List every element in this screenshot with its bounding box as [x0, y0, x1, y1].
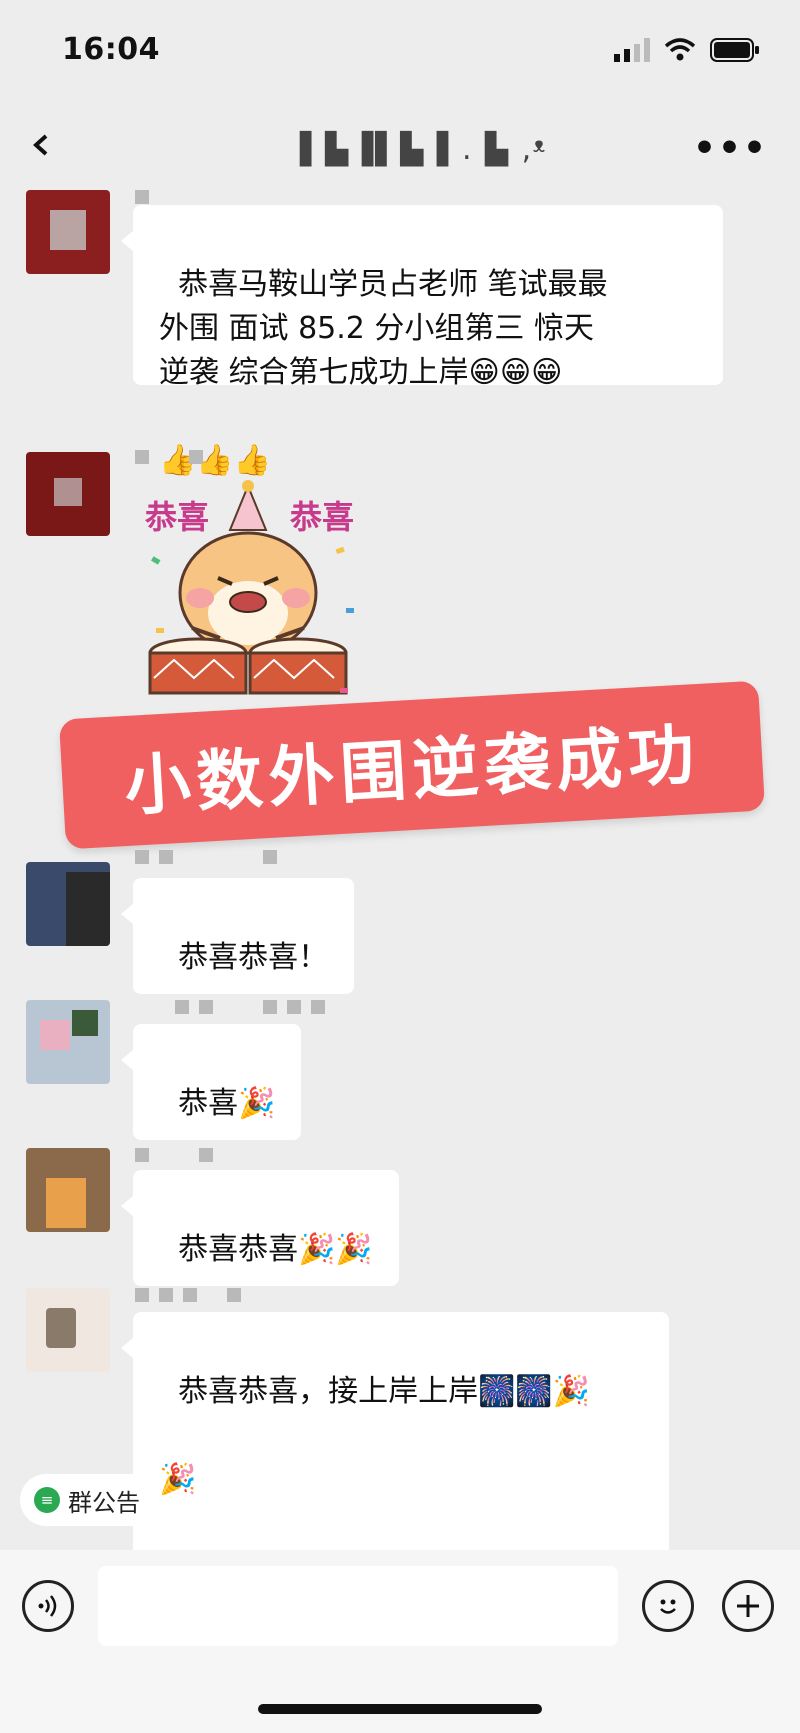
- message-text: 恭喜恭喜！: [178, 940, 329, 975]
- notice-icon: ≡: [34, 1487, 60, 1513]
- message-emoji-line2: 👍👍👍: [159, 443, 272, 478]
- voice-button[interactable]: [22, 1580, 74, 1632]
- sender-name: [135, 450, 203, 468]
- emoji-button[interactable]: [642, 1580, 694, 1632]
- message-text: 恭喜恭喜，接上岸上岸: [178, 1374, 479, 1409]
- avatar[interactable]: [26, 1288, 110, 1372]
- signal-icon: [614, 38, 650, 62]
- group-notice-label: 群公告: [68, 1488, 140, 1517]
- message-emoji: 🎉🎉: [298, 1232, 373, 1267]
- sender-name: [135, 1288, 241, 1306]
- back-arrow-icon: [33, 134, 48, 156]
- avatar[interactable]: [26, 1148, 110, 1232]
- chat-header: ▌▙▐▌▙ ▌. ▙ ,ᵜ •••: [0, 110, 800, 190]
- hamster-drum-sticker-icon: [148, 480, 354, 695]
- status-icons: [614, 38, 760, 62]
- sticker-image[interactable]: 恭喜 恭喜: [140, 478, 380, 718]
- message-emoji-line2: 🎉: [159, 1462, 197, 1497]
- message-emoji: 🎆🎆🎉: [478, 1374, 591, 1409]
- emoji-icon: [660, 1599, 676, 1614]
- message-bubble[interactable]: 恭喜恭喜🎉🎉: [121, 1170, 399, 1286]
- wifi-icon: [664, 38, 696, 61]
- message-input[interactable]: [98, 1566, 618, 1646]
- sender-name: [135, 1148, 213, 1166]
- plus-button[interactable]: [722, 1580, 774, 1632]
- avatar[interactable]: [26, 452, 110, 536]
- message-text: 恭喜: [178, 1086, 239, 1121]
- more-options-button[interactable]: •••: [693, 128, 768, 169]
- back-button[interactable]: [30, 130, 54, 165]
- status-bar: 16:04: [0, 0, 800, 110]
- message-bubble[interactable]: 恭喜马鞍山学员占老师 笔试最最 外围 面试 85.2 分小组第三 惊天 逆袭 综…: [121, 205, 723, 478]
- voice-icon: [38, 1595, 57, 1617]
- message-bubble[interactable]: 恭喜恭喜，接上岸上岸🎆🎆🎉 🎉: [121, 1312, 669, 1560]
- home-indicator: [258, 1704, 542, 1714]
- sender-name: [135, 850, 277, 868]
- message-text: 恭喜恭喜: [178, 1232, 299, 1267]
- input-bar: [0, 1550, 800, 1733]
- group-notice-button[interactable]: ≡ 群公告: [20, 1474, 158, 1526]
- avatar[interactable]: [26, 862, 110, 946]
- message-bubble[interactable]: 恭喜恭喜！: [120, 878, 355, 994]
- sender-name: [135, 1000, 325, 1018]
- battery-icon: [710, 38, 759, 62]
- message-emoji: 🎉: [238, 1086, 276, 1121]
- avatar[interactable]: [26, 190, 110, 274]
- avatar[interactable]: [26, 1000, 110, 1084]
- plus-icon: [737, 1595, 759, 1617]
- status-time: 16:04: [62, 32, 160, 67]
- message-bubble[interactable]: 恭喜🎉: [120, 1024, 302, 1140]
- message-emoji: 😁😁😁: [468, 355, 563, 390]
- chat-title: ▌▙▐▌▙ ▌. ▙ ,ᵜ: [300, 132, 547, 167]
